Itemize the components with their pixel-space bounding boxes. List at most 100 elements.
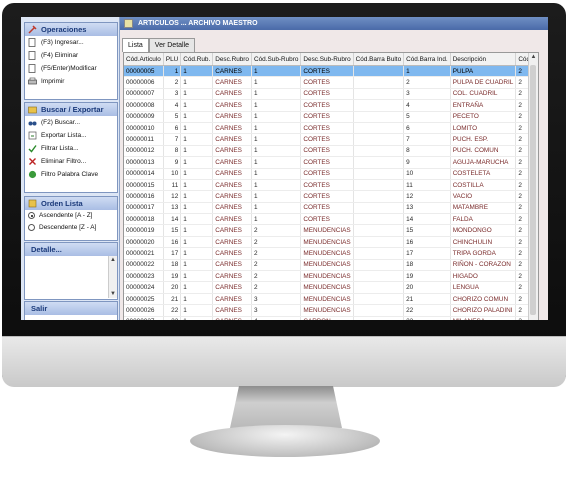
panel-orden-header[interactable]: Orden Lista [25,197,117,210]
table-row[interactable]: 00000018 14 1 CARNES 1 CORTES 14 FALDA 2 [124,213,538,226]
monitor-stand-base [190,425,380,457]
tab-ver-detalle[interactable]: Ver Detalle [148,38,196,52]
table-cell: 1 [251,65,302,78]
table-cell: 1 [180,247,214,260]
column-header[interactable]: Cód.Rub. [180,53,214,66]
table-cell: 1 [251,122,302,135]
eliminar-filtro-button[interactable]: Eliminar Filtro... [25,155,117,168]
table-cell: 1 [180,179,214,192]
window-titlebar: ARTICULOS ... ARCHIVO MAESTRO [120,17,548,30]
table-row[interactable]: 00000009 5 1 CARNES 1 CORTES 5 PECETO 2 [124,111,538,123]
table-row[interactable]: 00000005 1 1 CARNES 1 CORTES 1 PULPA 2 [124,65,538,78]
table-cell: CORTES [300,122,354,135]
table-row[interactable]: 00000007 3 1 CARNES 1 CORTES 3 COL. CUADRIL 2 [124,88,538,101]
table-row[interactable]: 00000019 15 1 CARNES 2 MENUDENCIAS 15 MONDONGO 2 [124,224,538,237]
table-cell [353,316,405,320]
table-cell: CARNES [212,190,252,203]
exportar-button[interactable]: Exportar Lista... [25,129,117,142]
column-header[interactable]: Cód.Barra Bulto [353,53,405,66]
panel-detalle-header[interactable]: Detalle... [25,243,117,256]
column-header[interactable]: Cód.Sub-Rubro [251,53,302,66]
table-row[interactable]: 00000012 8 1 CARNES 1 CORTES 8 PUCH. COMUN 2 [124,145,538,158]
orden-ascendente-radio[interactable]: Ascendente [A - Z] [25,210,117,222]
table-row[interactable]: 00000020 16 1 CARNES 2 MENUDENCIAS 16 CHINCHULI… [124,236,538,249]
table-row[interactable]: 00000022 18 1 CARNES 2 MENUDENCIAS 18 RIÑON - C… [124,259,538,272]
radio-unselected-icon [28,224,35,231]
column-header[interactable]: PLU [163,53,182,66]
table-row[interactable]: 00000024 20 1 CARNES 2 MENUDENCIAS 20 LENGUA 2 [124,281,538,294]
table-cell: 1 [180,190,214,203]
table-cell: 1 [180,145,214,158]
table-cell: 4 [163,99,182,112]
column-header[interactable]: Desc.Rubro [212,53,252,66]
table-cell: PULPA [450,65,517,78]
table-cell: CARNES [212,224,252,237]
table-cell: COSTELETA [450,168,517,180]
table-cell: CARNES [212,270,252,283]
table-cell: 00000017 [124,202,164,215]
table-cell: 00000005 [124,65,164,78]
buscar-button[interactable]: (F2) Buscar... [25,116,117,129]
table-row[interactable]: 00000013 9 1 CARNES 1 CORTES 9 AGUJA-MARUCHA 2 [124,156,538,169]
table-row[interactable]: 00000006 2 1 CARNES 1 CORTES 2 PULPA DE CUADRIL… [124,76,538,89]
table-cell [353,270,405,283]
table-cell: 1 [180,156,214,169]
table-row[interactable]: 00000026 22 1 CARNES 3 MENUDENCIAS 22 CHORIZO P… [124,304,538,317]
grid-vertical-scrollbar[interactable]: ▲ [528,53,538,320]
table-cell: 00000022 [124,259,164,272]
table-cell: 1 [180,133,214,146]
column-header[interactable]: Desc.Sub-Rubro [300,53,354,66]
scroll-up-icon[interactable]: ▲ [109,256,117,264]
table-cell: 2 [403,76,451,89]
scroll-thumb[interactable] [530,65,536,315]
table-cell: MENUDENCIAS [300,247,354,260]
table-cell [353,111,405,123]
modificar-button[interactable]: (F5/Enter)Modificar [25,62,117,75]
table-cell: 1 [180,213,214,226]
table-row[interactable]: 00000010 6 1 CARNES 1 CORTES 6 LOMITO 2 [124,122,538,135]
column-header[interactable]: Descripción [450,53,517,66]
delete-document-icon [28,51,37,60]
table-cell: 4 [251,316,302,320]
panel-buscar-header[interactable]: Buscar / Exportar [25,103,117,116]
table-row[interactable]: 00000025 21 1 CARNES 3 MENUDENCIAS 21 CHORIZO C… [124,293,538,306]
table-cell: MENUDENCIAS [300,304,354,317]
orden-descendente-radio[interactable]: Descendente [Z - A] [25,222,117,234]
table-cell: CHORIZO PALADINI [450,304,517,317]
column-header[interactable]: Cód.Articulo [124,53,164,66]
table-cell: TRIPA GORDA [450,247,517,260]
imprimir-button[interactable]: Imprimir [25,75,117,88]
ingresar-button[interactable]: (F3) Ingresar... [25,36,117,49]
eliminar-button[interactable]: (F4) Eliminar [25,49,117,62]
table-cell: 6 [163,122,182,135]
table-row[interactable]: 00000011 7 1 CARNES 1 CORTES 7 PUCH. ESP. 2 [124,133,538,146]
table-row[interactable]: 00000014 10 1 CARNES 1 CORTES 10 COSTELETA 2 [124,168,538,180]
tab-lista[interactable]: Lista [122,38,149,52]
table-row[interactable]: 00000008 4 1 CARNES 1 CORTES 4 ENTRAÑA 2 [124,99,538,112]
filtrar-button[interactable]: Filtrar Lista... [25,142,117,155]
table-row[interactable]: 00000021 17 1 CARNES 2 MENUDENCIAS 17 TRIPA GOR… [124,247,538,260]
table-row[interactable]: 00000016 12 1 CARNES 1 CORTES 12 VACIO 2 [124,190,538,203]
ingresar-label: (F3) Ingresar... [41,39,84,46]
scroll-up-icon[interactable]: ▲ [530,54,537,61]
table-cell: 1 [251,156,302,169]
table-cell: 00000007 [124,88,164,101]
table-row[interactable]: 00000017 13 1 CARNES 1 CORTES 13 MATAMBRE 2 [124,202,538,215]
table-cell [353,122,405,135]
table-cell: CARNES [212,111,252,123]
search-folder-icon [28,105,37,114]
scroll-down-icon[interactable]: ▼ [109,290,117,298]
filtro-palabra-clave-button[interactable]: Filtro Palabra Clave [25,168,117,181]
table-cell: CARNES [212,179,252,192]
table-row[interactable]: 00000023 19 1 CARNES 2 MENUDENCIAS 19 HIGADO 2 [124,270,538,283]
table-cell: 3 [403,88,451,101]
salir-button[interactable]: Salir [25,302,117,315]
edit-document-icon [28,64,37,73]
table-row[interactable]: 00000027231CARNES4CARBON23MILANESA2 [124,316,538,320]
column-header[interactable]: Cód.Barra Ind. [403,53,451,66]
table-row[interactable]: 00000015 11 1 CARNES 1 CORTES 11 COSTILLA 2 [124,179,538,192]
table-cell: CARNES [212,76,252,89]
table-cell: 1 [251,190,302,203]
detalle-scrollbar[interactable]: ▲ ▼ [108,256,117,298]
panel-operaciones-header[interactable]: Operaciones [25,23,117,36]
